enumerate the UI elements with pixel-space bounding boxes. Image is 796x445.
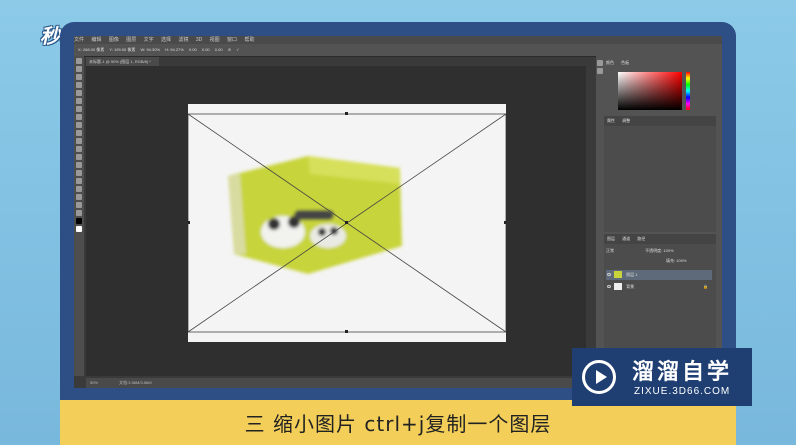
blend-row: 正常 不透明度: 100% — [606, 246, 712, 256]
fill-value[interactable]: 100% — [676, 258, 686, 263]
eye-icon[interactable] — [607, 273, 611, 276]
document-canvas[interactable] — [188, 104, 506, 342]
tab-channels[interactable]: 通道 — [622, 236, 630, 241]
zoom-level[interactable]: 50% — [90, 380, 98, 385]
blend-mode-select[interactable]: 正常 — [606, 248, 614, 253]
pen-tool-icon[interactable] — [76, 170, 82, 176]
tab-layers[interactable]: 图层 — [607, 236, 615, 241]
dodge-tool-icon[interactable] — [76, 162, 82, 168]
canvas-area — [86, 66, 586, 376]
document-tab[interactable]: 未标题-1 @ 50% (图层 1, RGB/8) * — [86, 57, 159, 66]
crop-tool-icon[interactable] — [76, 90, 82, 96]
menu-item[interactable]: 3D — [196, 37, 202, 43]
photoshop-window: 文件 编辑 图像 图层 文字 选择 滤镜 3D 视图 窗口 帮助 X: 268.… — [74, 36, 722, 388]
y-field[interactable]: Y: 199.00 像素 — [109, 47, 135, 52]
h-skew-field[interactable]: 0.00 — [202, 47, 210, 52]
lasso-tool-icon[interactable] — [76, 74, 82, 80]
history-brush-tool-icon[interactable] — [76, 130, 82, 136]
layer-thumbnail — [614, 283, 622, 291]
character-panel-icon[interactable] — [597, 68, 603, 74]
video-caption: 三 缩小图片 ctrl+j复制一个图层 — [244, 412, 552, 436]
angle-field[interactable]: 0.00 — [189, 47, 197, 52]
layer-row[interactable]: 背景 🔒 — [606, 282, 712, 292]
history-panel-icon[interactable] — [597, 60, 603, 66]
layer-row[interactable]: 图层 1 — [606, 270, 712, 280]
menu-item[interactable]: 帮助 — [244, 37, 254, 43]
right-panels: 颜色 色板 属性 调整 图层 通道 路径 正常 不透明度: 100% 填充: 1… — [596, 56, 722, 388]
gradient-tool-icon[interactable] — [76, 146, 82, 152]
watermark-badge: 溜溜自学 ZIXUE.3D66.COM — [572, 348, 752, 406]
properties-panel: 属性 调整 — [604, 116, 716, 232]
clone-stamp-tool-icon[interactable] — [76, 122, 82, 128]
panel-icon-strip — [596, 58, 604, 74]
properties-tabs: 属性 调整 — [604, 116, 716, 126]
product-image — [228, 156, 402, 274]
width-field[interactable]: W: 94.30% — [141, 47, 161, 52]
doc-size: 文档:3.56M/3.56M — [119, 380, 152, 385]
healing-brush-tool-icon[interactable] — [76, 106, 82, 112]
brush-tool-icon[interactable] — [76, 114, 82, 120]
eraser-tool-icon[interactable] — [76, 138, 82, 144]
tools-panel — [74, 56, 84, 376]
opacity-value[interactable]: 100% — [663, 248, 673, 253]
tab-paths[interactable]: 路径 — [637, 236, 645, 241]
tab-adjustments[interactable]: 调整 — [622, 118, 630, 123]
layer-thumbnail — [614, 271, 622, 279]
menu-item[interactable]: 文件 — [74, 37, 84, 43]
eyedropper-tool-icon[interactable] — [76, 98, 82, 104]
background-color-swatch[interactable] — [76, 226, 82, 232]
menu-item[interactable]: 编辑 — [91, 37, 101, 43]
zoom-tool-icon[interactable] — [76, 210, 82, 216]
lock-icon: 🔒 — [703, 284, 708, 289]
fill-row: 填充: 100% — [606, 256, 712, 266]
hand-tool-icon[interactable] — [76, 202, 82, 208]
foreground-color-swatch[interactable] — [76, 218, 82, 224]
x-field[interactable]: X: 268.00 像素 — [78, 47, 104, 52]
color-picker-field[interactable] — [618, 72, 682, 110]
cancel-transform-icon[interactable]: ⊘ — [228, 47, 231, 52]
status-bar: 50% 文档:3.56M/3.56M — [86, 378, 590, 388]
menu-item[interactable]: 视图 — [210, 37, 220, 43]
canvas-artwork — [188, 112, 506, 333]
menu-item[interactable]: 文字 — [144, 37, 154, 43]
fill-label: 填充: — [666, 258, 676, 263]
menu-item[interactable]: 图像 — [109, 37, 119, 43]
play-icon — [582, 360, 616, 394]
height-field[interactable]: H: 94.27% — [165, 47, 184, 52]
hue-slider[interactable] — [686, 72, 690, 110]
type-tool-icon[interactable] — [76, 178, 82, 184]
quick-select-tool-icon[interactable] — [76, 82, 82, 88]
opacity-label: 不透明度: — [645, 248, 663, 253]
menu-item[interactable]: 滤镜 — [178, 37, 188, 43]
watermark-title: 溜溜自学 — [632, 360, 733, 385]
tab-swatches[interactable]: 色板 — [621, 60, 629, 65]
tab-properties[interactable]: 属性 — [607, 118, 615, 123]
menu-bar: 文件 编辑 图像 图层 文字 选择 滤镜 3D 视图 窗口 帮助 — [74, 36, 722, 44]
eye-icon[interactable] — [607, 285, 611, 288]
menu-item[interactable]: 图层 — [126, 37, 136, 43]
blur-tool-icon[interactable] — [76, 154, 82, 160]
tab-color[interactable]: 颜色 — [606, 60, 614, 65]
menu-item[interactable]: 窗口 — [227, 37, 237, 43]
color-panel-tabs: 颜色 色板 — [606, 60, 629, 66]
path-select-tool-icon[interactable] — [76, 186, 82, 192]
menu-item[interactable]: 选择 — [161, 37, 171, 43]
commit-transform-icon[interactable]: ✓ — [236, 47, 239, 52]
shape-tool-icon[interactable] — [76, 194, 82, 200]
layer-name: 图层 1 — [626, 272, 638, 277]
v-skew-field[interactable]: 0.00 — [215, 47, 223, 52]
layers-tabs: 图层 通道 路径 — [604, 234, 716, 244]
marquee-tool-icon[interactable] — [76, 66, 82, 72]
layer-name: 背景 — [626, 284, 635, 289]
move-tool-icon[interactable] — [76, 58, 82, 64]
watermark-url: ZIXUE.3D66.COM — [634, 386, 731, 397]
